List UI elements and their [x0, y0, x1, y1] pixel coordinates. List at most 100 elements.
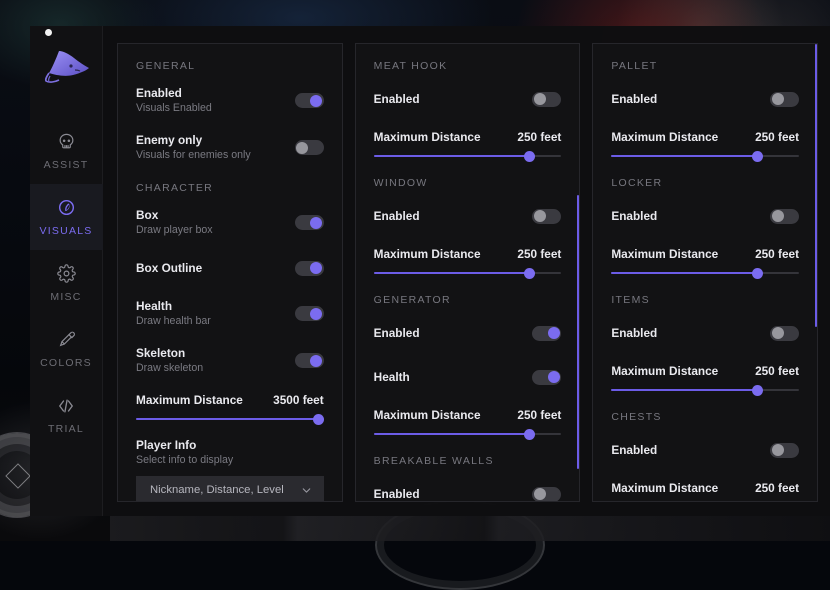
slider-label: Maximum Distance — [611, 481, 718, 495]
slider-value: 250 feet — [755, 130, 799, 144]
sidebar-item-label: VISUALS — [39, 225, 92, 237]
toggle-switch[interactable] — [532, 370, 561, 385]
setting-row-toggle: Enabled — [611, 320, 799, 346]
setting-row-toggle: Enemy onlyVisuals for enemies only — [136, 133, 324, 162]
setting-label: Health — [136, 299, 211, 313]
sidebar-item-trial[interactable]: TRIAL — [30, 382, 103, 448]
section-title: LOCKER — [611, 177, 799, 189]
setting-description: Draw health bar — [136, 314, 211, 328]
settings-columns: GENERALEnabledVisuals EnabledEnemy onlyV… — [103, 26, 830, 516]
setting-description: Draw skeleton — [136, 361, 203, 375]
slider-knob[interactable] — [752, 502, 763, 503]
setting-text: Enabled — [374, 487, 420, 501]
slider-knob[interactable] — [313, 414, 324, 425]
window-status-dot — [45, 29, 52, 36]
slider-knob[interactable] — [524, 429, 535, 440]
toggle-switch[interactable] — [532, 92, 561, 107]
slider-knob[interactable] — [752, 385, 763, 396]
toggle-switch[interactable] — [295, 261, 324, 276]
setting-label: Skeleton — [136, 346, 203, 360]
vertical-scrollbar[interactable] — [815, 44, 817, 327]
toggle-knob — [772, 444, 784, 456]
toggle-knob — [548, 327, 560, 339]
toggle-switch[interactable] — [532, 487, 561, 502]
slider-fill — [611, 389, 757, 391]
sidebar-item-visuals[interactable]: VISUALS — [30, 184, 103, 250]
setting-label: Enabled — [611, 326, 657, 340]
toggle-knob — [310, 262, 322, 274]
setting-row-slider: Maximum Distance250 feet — [611, 247, 799, 274]
column-content: MEAT HOOK Enabled Maximum Distance 250 feet… — [356, 44, 580, 502]
toggle-switch[interactable] — [770, 326, 799, 341]
setting-label: Enabled — [374, 487, 420, 501]
setting-row-slider: Maximum Distance 250 feet — [374, 130, 562, 157]
setting-row-slider: Maximum Distance3500 feet — [136, 393, 324, 420]
slider-knob[interactable] — [524, 151, 535, 162]
sidebar-item-colors[interactable]: COLORS — [30, 316, 103, 382]
setting-label: Health — [374, 370, 410, 384]
slider-value: 250 feet — [517, 130, 561, 144]
setting-row-toggle: Enabled — [374, 481, 562, 502]
section-title: PALLET — [611, 60, 799, 72]
dropdown-select[interactable]: Nickname, Distance, Level — [136, 476, 324, 502]
slider-track[interactable] — [611, 272, 799, 274]
slider-track[interactable] — [611, 155, 799, 157]
slider-track[interactable] — [374, 155, 562, 157]
slider-track[interactable] — [136, 418, 324, 420]
setting-row-toggle: SkeletonDraw skeleton — [136, 346, 324, 375]
dropdown-label: Player Info — [136, 438, 324, 452]
dropdown-header: Player InfoSelect info to display — [136, 438, 324, 467]
slider-track[interactable] — [374, 433, 562, 435]
sidebar-item-assist[interactable]: ASSIST — [30, 118, 103, 184]
column-objects-left: MEAT HOOK Enabled Maximum Distance 250 feet… — [355, 43, 581, 502]
toggle-switch[interactable] — [295, 215, 324, 230]
setting-row-toggle: Enabled — [374, 203, 562, 229]
setting-row-slider: Maximum Distance 250 feet — [611, 481, 799, 502]
column-general-character: GENERALEnabledVisuals EnabledEnemy onlyV… — [117, 43, 343, 502]
toggle-switch[interactable] — [532, 209, 561, 224]
toggle-knob — [534, 488, 546, 500]
setting-label: Enabled — [136, 86, 212, 100]
sidebar-item-label: ASSIST — [44, 159, 89, 171]
toggle-switch[interactable] — [295, 353, 324, 368]
toggle-switch[interactable] — [295, 140, 324, 155]
toggle-switch[interactable] — [295, 93, 324, 108]
slider-knob[interactable] — [524, 268, 535, 279]
toggle-switch[interactable] — [532, 326, 561, 341]
slider-track[interactable] — [611, 389, 799, 391]
slider-label: Maximum Distance — [374, 130, 481, 144]
toggle-switch[interactable] — [770, 209, 799, 224]
slider-header: Maximum Distance 250 feet — [374, 130, 562, 144]
slider-value: 250 feet — [755, 481, 799, 495]
slider-track[interactable] — [374, 272, 562, 274]
setting-text: Enabled — [611, 92, 657, 106]
sidebar-item-label: COLORS — [40, 357, 92, 369]
toggle-switch[interactable] — [770, 443, 799, 458]
slider-header: Maximum Distance 250 feet — [611, 481, 799, 495]
toggle-knob — [310, 95, 322, 107]
eye-moon-icon — [57, 197, 76, 218]
slider-knob[interactable] — [752, 268, 763, 279]
section-title: ITEMS — [611, 294, 799, 306]
toggle-switch[interactable] — [295, 306, 324, 321]
setting-text: HealthDraw health bar — [136, 299, 211, 328]
section-title: MEAT HOOK — [374, 60, 562, 72]
section-title: GENERAL — [136, 60, 324, 72]
toggle-knob — [310, 355, 322, 367]
setting-text: SkeletonDraw skeleton — [136, 346, 203, 375]
slider-fill — [136, 418, 318, 420]
setting-row-slider: Maximum Distance250 feet — [374, 247, 562, 274]
slider-label: Maximum Distance — [611, 247, 718, 261]
slider-value: 250 feet — [755, 364, 799, 378]
setting-label: Box Outline — [136, 261, 202, 275]
slider-header: Maximum Distance250 feet — [611, 247, 799, 261]
slider-header: Maximum Distance250 feet — [374, 247, 562, 261]
slider-header: Maximum Distance250 feet — [611, 364, 799, 378]
slider-knob[interactable] — [752, 151, 763, 162]
toggle-knob — [772, 327, 784, 339]
sidebar-item-misc[interactable]: MISC — [30, 250, 103, 316]
setting-row-toggle: BoxDraw player box — [136, 208, 324, 237]
setting-row-slider: Maximum Distance250 feet — [611, 130, 799, 157]
section-title: BREAKABLE WALLS — [374, 455, 562, 467]
toggle-switch[interactable] — [770, 92, 799, 107]
